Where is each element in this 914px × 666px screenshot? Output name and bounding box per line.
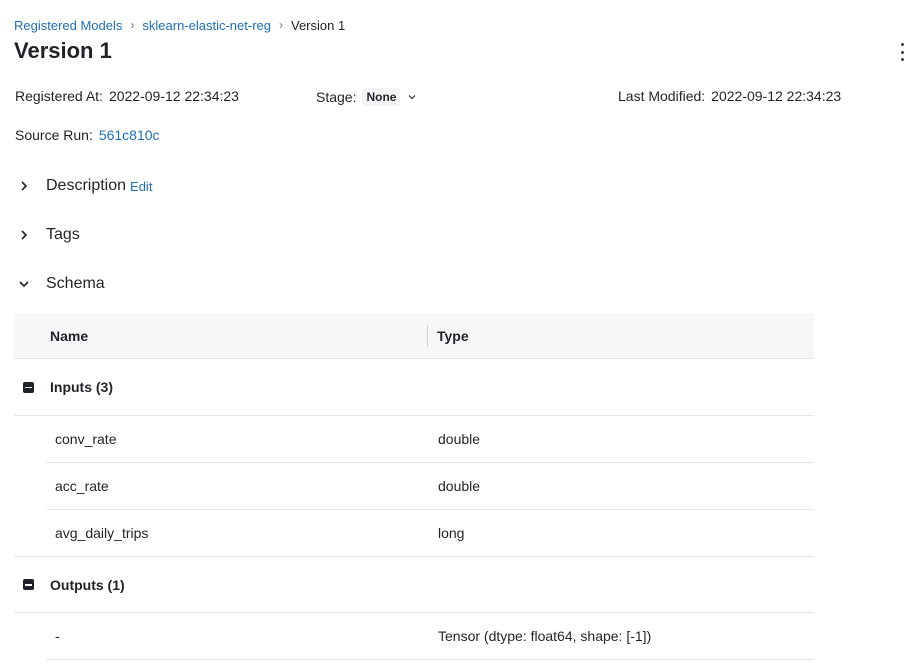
field-type: double [438,431,481,447]
table-row: avg_daily_trips long [46,510,814,557]
chevron-down-icon [19,281,29,288]
schema-table: Name Type Inputs (3) conv_rate double ac… [14,313,814,660]
collapse-minus-icon[interactable] [23,381,34,393]
inputs-group-label: Inputs (3) [50,379,113,395]
stage-label: Stage: [316,89,357,105]
table-row: acc_rate double [46,463,814,510]
chevron-right-icon: › [130,18,135,32]
field-type: Tensor (dtype: float64, shape: [-1]) [438,628,652,644]
table-row: conv_rate double [46,416,814,463]
kebab-menu-icon[interactable] [896,43,908,61]
registered-at-value: 2022-09-12 22:34:23 [108,88,239,104]
schema-section-toggle[interactable]: Schema [18,275,105,293]
field-type: double [438,478,481,494]
last-modified: Last Modified: 2022-09-12 22:34:23 [618,88,841,104]
last-modified-label: Last Modified: [618,88,706,104]
breadcrumb-model-name[interactable]: sklearn-elastic-net-reg [142,18,271,33]
breadcrumb-registered-models[interactable]: Registered Models [14,18,122,33]
field-type: long [438,525,465,541]
tags-section-toggle[interactable]: Tags [18,226,80,244]
outputs-group-row: Outputs (1) [14,556,814,613]
inputs-group-row: Inputs (3) [14,359,814,416]
column-header-type[interactable]: Type [437,328,469,344]
last-modified-value: 2022-09-12 22:34:23 [711,88,842,104]
registered-at: Registered At: 2022-09-12 22:34:23 [15,88,239,104]
tags-heading: Tags [46,226,80,243]
registered-at-label: Registered At: [15,88,103,104]
description-section-toggle[interactable]: Description Edit [18,177,152,195]
chevron-right-icon: › [279,18,283,32]
schema-table-header: Name Type [14,313,814,359]
table-row: - Tensor (dtype: float64, shape: [-1]) [46,613,814,660]
chevron-right-icon [21,181,28,191]
column-header-name[interactable]: Name [50,328,88,344]
field-name: acc_rate [55,478,109,494]
chevron-right-icon [21,230,28,240]
description-edit-link[interactable]: Edit [130,179,152,194]
source-run: Source Run: 561c810c [15,127,160,143]
outputs-group-label: Outputs (1) [50,576,125,593]
source-run-link[interactable]: 561c810c [99,127,160,143]
stage: Stage: None [316,88,416,106]
schema-heading: Schema [46,275,105,292]
breadcrumb-current: Version 1 [291,17,346,33]
field-name: conv_rate [55,431,117,447]
description-heading: Description [46,177,127,194]
model-version-page: Registered Models › sklearn-elastic-net-… [0,0,914,666]
stage-select[interactable]: None [362,88,401,106]
page-title: Version 1 [14,38,112,63]
source-run-label: Source Run: [15,127,93,143]
column-divider [427,325,428,347]
breadcrumb: Registered Models › sklearn-elastic-net-… [14,16,345,34]
chevron-down-icon[interactable] [408,94,416,100]
collapse-minus-icon[interactable] [23,579,34,590]
field-name: avg_daily_trips [55,525,149,541]
field-name: - [55,628,60,644]
